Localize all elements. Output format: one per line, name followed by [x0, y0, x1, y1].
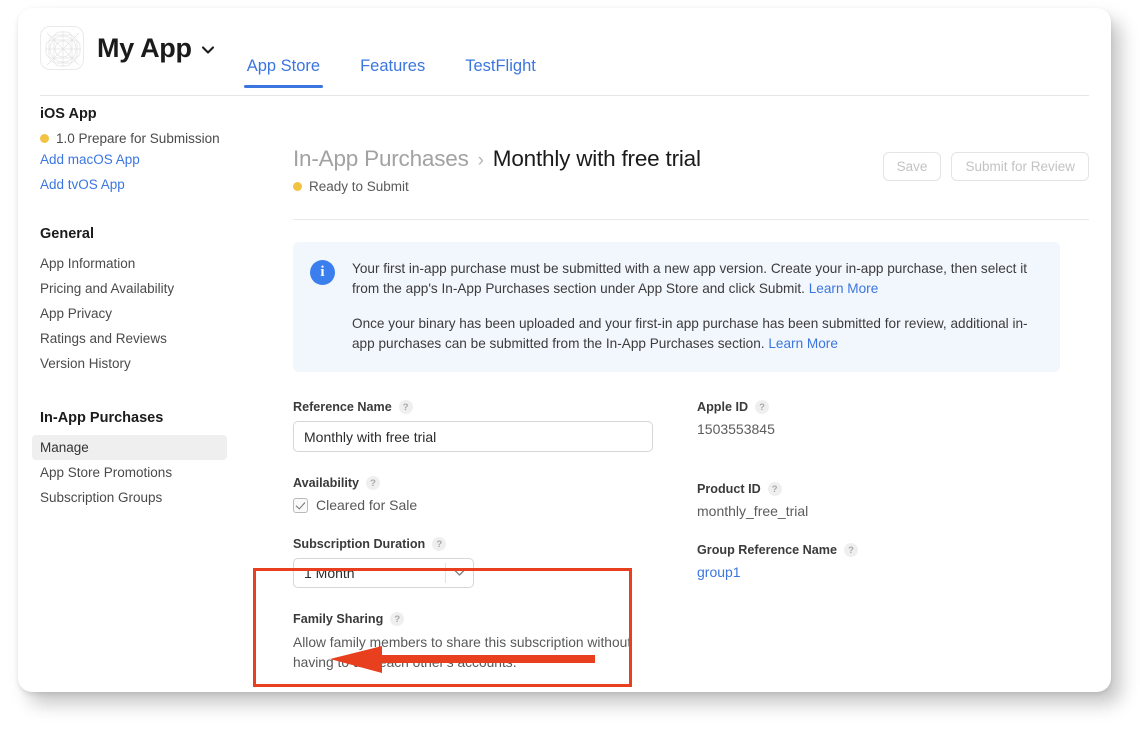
cleared-for-sale-row[interactable]: Cleared for Sale: [293, 497, 697, 513]
field-product-id: Product ID ? monthly_free_trial: [697, 482, 858, 519]
field-apple-id-label-text: Apple ID: [697, 400, 749, 415]
field-reference-name: Reference Name ?: [293, 400, 697, 453]
product-id-value: monthly_free_trial: [697, 503, 809, 520]
tab-testflight[interactable]: TestFlight: [462, 42, 539, 88]
sidebar-heading-in-app-purchases: In-App Purchases: [40, 410, 164, 426]
info-banner-learn-more-link-2[interactable]: Learn More: [768, 336, 838, 351]
field-availability-label-text: Availability: [293, 476, 360, 491]
sidebar-heading-general: General: [40, 226, 94, 242]
main-content: In-App Purchases › Monthly with free tri…: [271, 106, 1111, 692]
cleared-for-sale-label: Cleared for Sale: [316, 497, 418, 514]
info-banner-paragraph-1-text: Your first in-app purchase must be submi…: [352, 261, 1028, 297]
info-banner-paragraph-2: Once your binary has been uploaded and y…: [352, 314, 1042, 354]
sidebar-link-add-tvos-app[interactable]: Add tvOS App: [40, 177, 266, 192]
field-family-sharing: Family Sharing ? Allow family members to…: [293, 612, 673, 692]
info-icon: i: [310, 260, 335, 285]
field-family-sharing-label: Family Sharing ?: [293, 612, 673, 627]
status-dot-icon: [40, 134, 49, 143]
sidebar-item-ratings-and-reviews[interactable]: Ratings and Reviews: [40, 326, 266, 351]
sidebar-item-subscription-groups[interactable]: Subscription Groups: [40, 485, 266, 510]
help-icon[interactable]: ?: [755, 400, 770, 415]
family-sharing-description: Allow family members to share this subsc…: [293, 635, 632, 671]
help-icon[interactable]: ?: [843, 543, 858, 558]
info-banner-learn-more-link-1[interactable]: Learn More: [809, 281, 879, 296]
field-availability-label: Availability ?: [293, 476, 697, 491]
reference-name-input[interactable]: [293, 421, 653, 453]
field-apple-id-label: Apple ID ?: [697, 400, 858, 415]
help-icon[interactable]: ?: [390, 612, 405, 627]
app-window: My App App Store Features TestFlight iOS…: [18, 8, 1111, 692]
sidebar: iOS App 1.0 Prepare for Submission Add m…: [18, 106, 266, 510]
sidebar-link-add-macos-app[interactable]: Add macOS App: [40, 152, 266, 167]
help-icon[interactable]: ?: [398, 400, 413, 415]
field-reference-name-label-text: Reference Name: [293, 400, 392, 415]
iap-detail-form: Reference Name ? Availability ? Cleared …: [293, 400, 1089, 692]
page-actions: Save Submit for Review: [882, 146, 1089, 181]
help-icon[interactable]: ?: [366, 476, 381, 491]
info-banner-paragraph-2-text: Once your binary has been uploaded and y…: [352, 316, 1028, 352]
chevron-down-icon[interactable]: [200, 42, 216, 58]
group-reference-name-link[interactable]: group1: [697, 564, 858, 580]
sidebar-item-app-privacy[interactable]: App Privacy: [40, 301, 266, 326]
field-subscription-duration-label-text: Subscription Duration: [293, 537, 426, 552]
field-group-reference-name: Group Reference Name ? group1: [697, 543, 858, 580]
sidebar-item-app-information[interactable]: App Information: [40, 251, 266, 276]
submit-for-review-button[interactable]: Submit for Review: [951, 152, 1089, 181]
sidebar-item-app-store-promotions[interactable]: App Store Promotions: [40, 460, 266, 485]
app-header: My App App Store Features TestFlight: [18, 8, 1111, 88]
tab-features[interactable]: Features: [357, 42, 428, 88]
app-grid-placeholder-icon[interactable]: [40, 26, 84, 70]
field-availability: Availability ? Cleared for Sale: [293, 476, 697, 513]
tab-features-label: Features: [360, 57, 426, 75]
primary-tabs: App Store Features TestFlight: [243, 8, 573, 88]
help-icon[interactable]: ?: [767, 482, 782, 497]
sidebar-item-version-history[interactable]: Version History: [40, 351, 266, 376]
page-header-divider: [293, 219, 1089, 220]
breadcrumb-parent[interactable]: In-App Purchases: [293, 146, 469, 172]
page-title: Monthly with free trial: [492, 146, 701, 171]
tab-testflight-label: TestFlight: [465, 57, 536, 75]
field-product-id-label: Product ID ?: [697, 482, 858, 497]
breadcrumb: In-App Purchases › Monthly with free tri…: [293, 146, 701, 172]
info-banner-body: Your first in-app purchase must be submi…: [352, 259, 1042, 354]
app-title: My App: [97, 32, 192, 63]
status-badge: Ready to Submit: [293, 179, 701, 194]
field-group-reference-name-label: Group Reference Name ?: [697, 543, 858, 558]
status-badge-label: Ready to Submit: [309, 179, 409, 194]
info-banner-paragraph-1: Your first in-app purchase must be submi…: [352, 259, 1042, 299]
field-subscription-duration-label: Subscription Duration ?: [293, 537, 697, 552]
apple-id-value: 1503553845: [697, 421, 775, 438]
page-header-row: In-App Purchases › Monthly with free tri…: [293, 106, 1089, 194]
tab-app-store[interactable]: App Store: [243, 42, 324, 88]
field-group-reference-name-label-text: Group Reference Name: [697, 543, 837, 558]
status-dot-icon: [293, 182, 302, 191]
info-banner: i Your first in-app purchase must be sub…: [293, 242, 1060, 373]
save-button[interactable]: Save: [882, 152, 942, 181]
form-column-right: Apple ID ? 1503553845 Product ID ? month…: [697, 400, 858, 692]
field-family-sharing-label-text: Family Sharing: [293, 612, 384, 627]
tab-app-store-label: App Store: [246, 57, 321, 75]
sidebar-item-version-label: 1.0 Prepare for Submission: [56, 131, 220, 146]
cleared-for-sale-checkbox[interactable]: [293, 497, 308, 513]
chevron-down-icon[interactable]: [445, 563, 473, 584]
sidebar-item-manage[interactable]: Manage: [32, 435, 227, 460]
header-divider: [40, 95, 1089, 96]
subscription-duration-select[interactable]: 1 Month: [293, 558, 474, 589]
sidebar-item-version[interactable]: 1.0 Prepare for Submission: [40, 131, 266, 146]
field-subscription-duration: Subscription Duration ? 1 Month: [293, 537, 697, 589]
subscription-duration-value: 1 Month: [304, 565, 355, 582]
breadcrumb-separator-icon: ›: [477, 150, 484, 171]
family-sharing-turn-on-link[interactable]: Turn On: [293, 690, 344, 692]
field-apple-id: Apple ID ? 1503553845: [697, 400, 858, 437]
form-column-left: Reference Name ? Availability ? Cleared …: [293, 400, 697, 692]
help-icon[interactable]: ?: [432, 537, 447, 552]
sidebar-item-pricing-and-availability[interactable]: Pricing and Availability: [40, 276, 266, 301]
field-reference-name-label: Reference Name ?: [293, 400, 697, 415]
field-product-id-label-text: Product ID: [697, 482, 761, 497]
sidebar-heading-ios-app: iOS App: [40, 106, 97, 122]
